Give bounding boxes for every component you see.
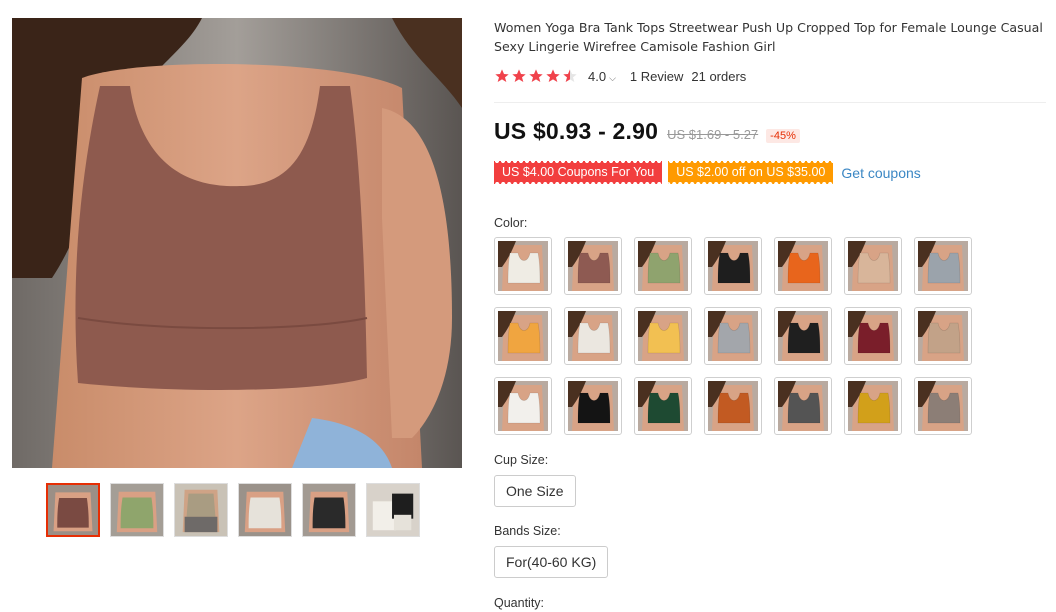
color-swatch[interactable] bbox=[704, 237, 762, 295]
color-swatch[interactable] bbox=[914, 377, 972, 435]
color-swatch[interactable] bbox=[774, 237, 832, 295]
color-swatch[interactable] bbox=[914, 237, 972, 295]
reviews-link[interactable]: 1 Review bbox=[630, 69, 683, 84]
price-row: US $0.93 - 2.90 US $1.69 - 5.27 -45% bbox=[494, 118, 800, 145]
thumbnail-6[interactable] bbox=[366, 483, 420, 537]
color-swatch[interactable] bbox=[844, 237, 902, 295]
star-icon bbox=[529, 69, 543, 82]
color-swatch[interactable] bbox=[494, 307, 552, 365]
color-swatch[interactable] bbox=[564, 307, 622, 365]
bands-size-option[interactable]: For(40-60 KG) bbox=[494, 546, 609, 578]
star-icon bbox=[495, 69, 509, 82]
color-swatch[interactable] bbox=[634, 237, 692, 295]
quantity-label: Quantity: bbox=[494, 596, 545, 610]
discount-coupon[interactable]: US $2.00 off on US $35.00 bbox=[668, 161, 834, 184]
orders-count: 21 orders bbox=[691, 68, 747, 84]
product-info: Women Yoga Bra Tank Tops Streetwear Push… bbox=[494, 18, 1050, 85]
star-rating bbox=[494, 68, 578, 84]
color-swatch[interactable] bbox=[914, 307, 972, 365]
color-swatch[interactable] bbox=[494, 237, 552, 295]
color-swatch[interactable] bbox=[634, 307, 692, 365]
star-icon bbox=[546, 69, 560, 82]
color-swatch[interactable] bbox=[844, 307, 902, 365]
thumbnail-strip bbox=[46, 483, 420, 537]
thumbnail-3[interactable] bbox=[174, 483, 228, 537]
color-swatch[interactable] bbox=[844, 377, 902, 435]
color-swatch[interactable] bbox=[564, 377, 622, 435]
thumbnail-4[interactable] bbox=[238, 483, 292, 537]
rating-row: 4.0 ⌵ 1 Review 21 orders bbox=[494, 67, 1050, 85]
color-swatch-grid bbox=[494, 237, 972, 435]
color-swatch[interactable] bbox=[704, 307, 762, 365]
original-price: US $1.69 - 5.27 bbox=[667, 127, 759, 142]
get-coupons-link[interactable]: Get coupons bbox=[841, 165, 920, 181]
store-coupon[interactable]: US $4.00 Coupons For You bbox=[494, 161, 663, 184]
divider bbox=[494, 102, 1046, 103]
cup-size-label: Cup Size: bbox=[494, 453, 549, 467]
color-swatch[interactable] bbox=[494, 377, 552, 435]
rating-value[interactable]: 4.0 ⌵ bbox=[588, 69, 616, 84]
chevron-down-icon: ⌵ bbox=[609, 72, 616, 83]
color-swatch[interactable] bbox=[774, 377, 832, 435]
color-swatch[interactable] bbox=[704, 377, 762, 435]
cup-size-option[interactable]: One Size bbox=[494, 475, 576, 507]
thumbnail-2[interactable] bbox=[110, 483, 164, 537]
thumbnail-5[interactable] bbox=[302, 483, 356, 537]
star-half-icon bbox=[563, 69, 577, 82]
coupon-row: US $4.00 Coupons For You US $2.00 off on… bbox=[494, 161, 921, 184]
color-swatch[interactable] bbox=[774, 307, 832, 365]
color-label: Color: bbox=[494, 216, 528, 230]
discount-badge: -45% bbox=[766, 129, 800, 143]
main-product-image[interactable] bbox=[12, 18, 462, 468]
current-price: US $0.93 - 2.90 bbox=[494, 118, 659, 144]
color-swatch[interactable] bbox=[634, 377, 692, 435]
color-swatch[interactable] bbox=[564, 237, 622, 295]
thumbnail-1[interactable] bbox=[46, 483, 100, 537]
star-icon bbox=[512, 69, 526, 82]
product-title: Women Yoga Bra Tank Tops Streetwear Push… bbox=[494, 20, 1043, 54]
bands-size-label: Bands Size: bbox=[494, 524, 561, 538]
